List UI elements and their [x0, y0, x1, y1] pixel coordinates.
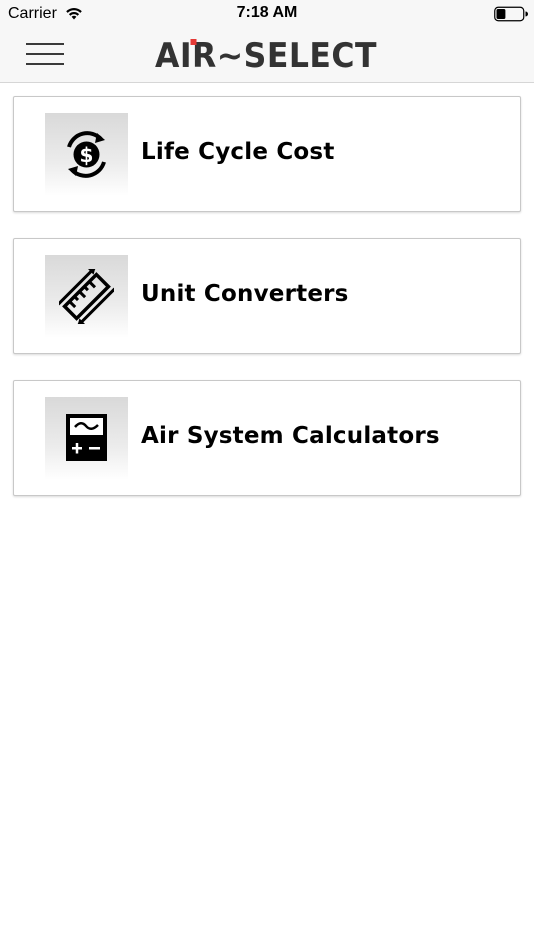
- hamburger-bar: [26, 53, 64, 55]
- svg-text:$: $: [80, 143, 94, 167]
- clock-time: 7:18 AM: [236, 4, 298, 21]
- menu-item-unit-converters[interactable]: Unit Converters: [13, 238, 521, 354]
- menu-item-label: Air System Calculators: [141, 423, 440, 449]
- dollar-cycle-icon: $: [67, 131, 106, 178]
- hamburger-bar: [26, 63, 64, 65]
- air-select-logo: AIR~SELECT: [155, 36, 377, 74]
- svg-text:AIR~SELECT: AIR~SELECT: [155, 36, 377, 74]
- menu-item-label: Unit Converters: [141, 281, 349, 307]
- menu-item-label: Life Cycle Cost: [141, 139, 335, 165]
- icon-tile: [45, 255, 128, 338]
- menu-item-air-system-calculators[interactable]: Air System Calculators: [13, 380, 521, 496]
- navigation-bar: AIR~SELECT: [0, 28, 534, 83]
- menu-item-life-cycle-cost[interactable]: $ Life Cycle Cost: [13, 96, 521, 212]
- icon-tile: $: [45, 113, 128, 196]
- hamburger-menu-button[interactable]: [24, 40, 66, 68]
- status-bar: Carrier 7:18 AM: [0, 0, 534, 28]
- battery-icon: [494, 6, 528, 22]
- hamburger-menu-icon: [26, 43, 64, 45]
- calculator-icon: [66, 414, 107, 461]
- icon-tile: [45, 397, 128, 480]
- ruler-convert-icon: [59, 269, 114, 324]
